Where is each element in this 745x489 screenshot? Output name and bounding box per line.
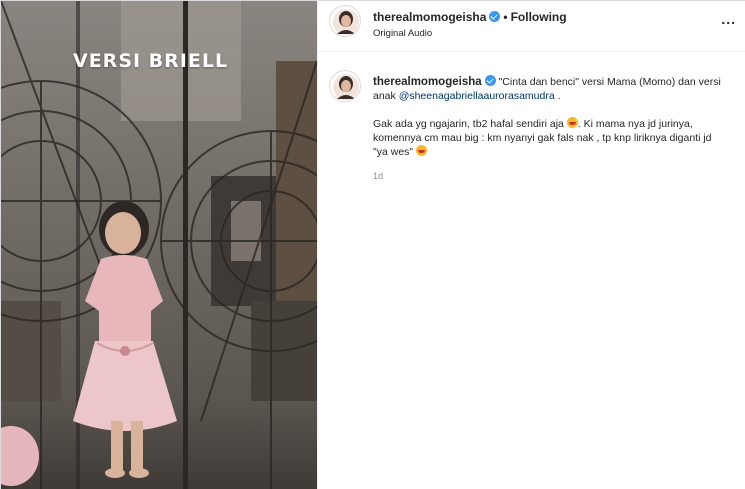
- caption-text-end: .: [554, 90, 561, 102]
- profile-picture: [333, 74, 359, 100]
- caption-avatar[interactable]: [329, 70, 361, 102]
- laughing-emoji-icon: [566, 117, 578, 128]
- audio-link[interactable]: Original Audio: [373, 28, 432, 39]
- post-header: therealmomogeisha • Following Original Aud…: [318, 1, 745, 52]
- more-options-icon[interactable]: ...: [721, 11, 736, 27]
- post-video[interactable]: VERSI BRIELL: [1, 1, 317, 489]
- verified-badge-icon: [489, 11, 501, 22]
- header-user-line: therealmomogeisha • Following: [373, 10, 567, 24]
- post-side-panel: therealmomogeisha • Following Original Aud…: [317, 1, 745, 489]
- profile-picture: [333, 9, 359, 35]
- laughing-emoji-icon: [416, 145, 428, 156]
- video-overlay-caption: VERSI BRIELL: [73, 50, 229, 72]
- separator-dot: •: [503, 10, 508, 24]
- caption-paragraph-2: Gak ada yg ngajarin, tb2 hafal sendiri a…: [373, 117, 728, 159]
- following-button[interactable]: Following: [511, 10, 567, 24]
- caption-paragraph-1: therealmomogeisha "Cinta dan benci" vers…: [373, 75, 728, 103]
- verified-badge-icon: [484, 75, 496, 86]
- header-username[interactable]: therealmomogeisha: [373, 10, 486, 24]
- video-frame-illustration: [1, 1, 317, 489]
- post-dialog: VERSI BRIELL therealmomogeisha • Following…: [0, 0, 745, 489]
- caption-text-2a: Gak ada yg ngajarin, tb2 hafal sendiri a…: [373, 118, 567, 130]
- caption-body: therealmomogeisha "Cinta dan benci" vers…: [373, 75, 728, 183]
- mention-link[interactable]: @sheenagabriellaaurorasamudra: [399, 90, 555, 102]
- avatar[interactable]: [329, 5, 361, 37]
- post-timestamp[interactable]: 1d: [373, 169, 728, 183]
- caption-username[interactable]: therealmomogeisha: [373, 76, 482, 88]
